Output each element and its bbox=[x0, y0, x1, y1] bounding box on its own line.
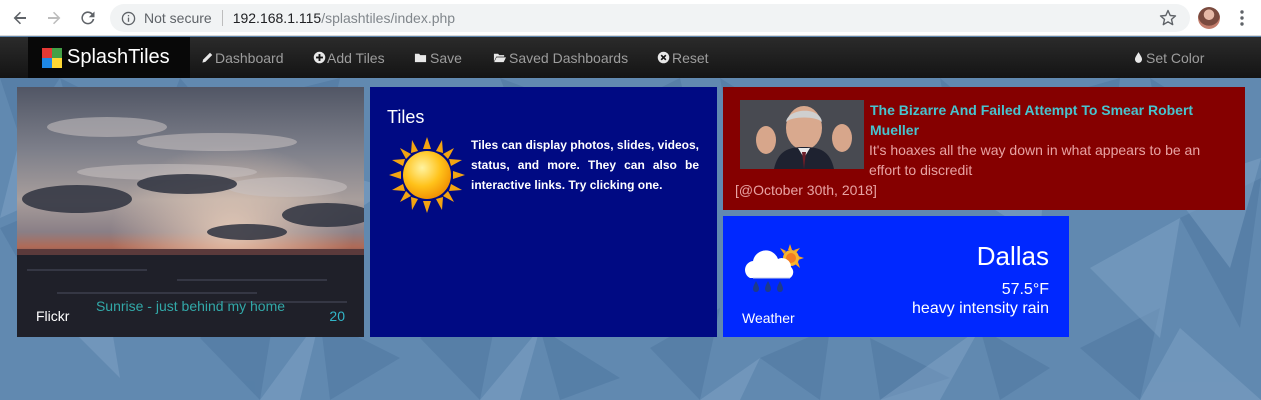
nav-add-tiles[interactable]: Add Tiles bbox=[312, 37, 385, 78]
nav-saved-dashboards[interactable]: Saved Dashboards bbox=[492, 37, 628, 78]
bookmark-star-icon[interactable] bbox=[1158, 8, 1178, 28]
info-icon[interactable] bbox=[120, 10, 136, 26]
url-path: /splashtiles/index.php bbox=[321, 10, 456, 26]
divider bbox=[221, 10, 223, 26]
url-host: 192.168.1.115 bbox=[232, 10, 322, 26]
reload-icon[interactable] bbox=[76, 6, 100, 30]
weather-tile[interactable]: Dallas 57.5°F heavy intensity rain Weath… bbox=[723, 216, 1069, 337]
app-navbar: SplashTiles Dashboard Add Tiles Save Sav… bbox=[0, 37, 1261, 78]
nav-save-label: Save bbox=[430, 49, 462, 66]
info-tile-body: Tiles can display photos, slides, videos… bbox=[471, 138, 699, 192]
splashtiles-logo-icon bbox=[42, 47, 62, 68]
news-date: [@October 30th, 2018] bbox=[735, 182, 877, 198]
news-headline[interactable]: The Bizarre And Failed Attempt To Smear … bbox=[870, 100, 1230, 140]
info-tile[interactable]: Tiles Tiles can display photos, slides, … bbox=[370, 87, 717, 337]
nav-add-tiles-label: Add Tiles bbox=[327, 49, 385, 66]
nav-save[interactable]: Save bbox=[413, 37, 462, 78]
back-arrow-icon[interactable] bbox=[8, 6, 32, 30]
info-tile-title: Tiles bbox=[387, 107, 425, 127]
security-label: Not secure bbox=[144, 10, 212, 26]
plus-circle-icon bbox=[312, 51, 326, 65]
nav-set-color-label: Set Color bbox=[1146, 49, 1205, 66]
folder-open-icon bbox=[492, 51, 506, 65]
photo-source: Flickr bbox=[36, 308, 70, 324]
nav-reset[interactable]: Reset bbox=[656, 37, 709, 78]
url-text[interactable]: 192.168.1.115/splashtiles/index.php bbox=[233, 10, 455, 26]
nav-set-color[interactable]: Set Color bbox=[1131, 37, 1204, 78]
droplet-icon bbox=[1131, 51, 1145, 65]
brand-link[interactable]: SplashTiles bbox=[28, 37, 190, 78]
profile-avatar[interactable] bbox=[1198, 7, 1220, 29]
sun-icon bbox=[389, 137, 465, 213]
pencil-icon bbox=[200, 51, 214, 65]
forward-arrow-icon[interactable] bbox=[42, 6, 66, 30]
weather-city: Dallas bbox=[976, 241, 1049, 271]
brand-name: SplashTiles bbox=[67, 46, 170, 68]
news-summary: It's hoaxes all the way down in what app… bbox=[869, 142, 1201, 178]
weather-label: Weather bbox=[742, 310, 795, 326]
x-circle-icon bbox=[656, 51, 670, 65]
news-tile[interactable]: The Bizarre And Failed Attempt To Smear … bbox=[723, 87, 1245, 210]
nav-dashboard[interactable]: Dashboard bbox=[200, 37, 284, 78]
news-photo bbox=[740, 100, 864, 169]
rain-sun-cloud-icon bbox=[745, 244, 804, 292]
nav-saved-dashboards-label: Saved Dashboards bbox=[509, 49, 629, 66]
nav-dashboard-label: Dashboard bbox=[215, 49, 284, 66]
weather-condition: heavy intensity rain bbox=[912, 300, 1049, 317]
menu-kebab-icon[interactable] bbox=[1232, 8, 1252, 28]
address-bar[interactable]: Not secure 192.168.1.115/splashtiles/ind… bbox=[110, 4, 1190, 32]
browser-toolbar: Not secure 192.168.1.115/splashtiles/ind… bbox=[0, 0, 1261, 36]
nav-reset-label: Reset bbox=[672, 49, 709, 66]
photo-tile[interactable]: Sunrise - just behind my home Flickr 20 bbox=[17, 87, 364, 337]
folder-icon bbox=[413, 51, 427, 65]
weather-temperature: 57.5°F bbox=[1001, 281, 1049, 298]
photo-count: 20 bbox=[329, 308, 345, 324]
